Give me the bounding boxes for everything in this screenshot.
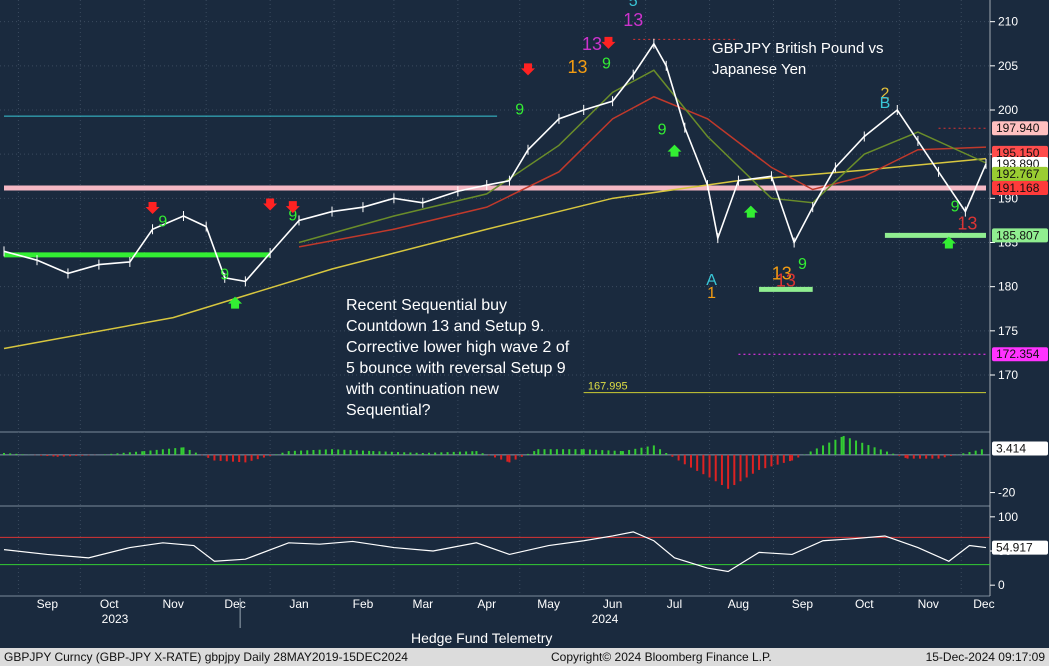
- sequential-mark: 9: [798, 256, 807, 273]
- x-tick-label: Sep: [792, 597, 814, 611]
- chart-title-line-2: Japanese Yen: [712, 61, 806, 78]
- price-tick-label: 205: [998, 59, 1018, 73]
- osc2-value: 54.917: [996, 541, 1033, 555]
- watermark: Hedge Fund Telemetry: [411, 630, 552, 646]
- x-tick-label: May: [537, 597, 560, 611]
- price-label: 185.807: [996, 228, 1040, 242]
- x-tick-label: Jul: [667, 597, 682, 611]
- sequential-mark: 9: [515, 101, 524, 118]
- price-tick-label: 210: [998, 15, 1018, 29]
- price-label: 192.767: [996, 167, 1040, 181]
- x-tick-label: Nov: [162, 597, 183, 611]
- price-tick-label: 170: [998, 368, 1018, 382]
- year-label: 2023: [102, 612, 129, 626]
- year-label: 2024: [592, 612, 619, 626]
- annotation-line-6: Sequential?: [346, 402, 431, 419]
- x-tick-label: Aug: [728, 597, 749, 611]
- x-tick-label: Feb: [353, 597, 374, 611]
- footer-copyright: Copyright© 2024 Bloomberg Finance L.P.: [551, 650, 772, 664]
- sequential-mark: 9: [658, 122, 667, 139]
- sequential-mark: 9: [602, 55, 611, 72]
- osc2-tick-label: 0: [998, 578, 1005, 592]
- x-tick-label: Oct: [855, 597, 874, 611]
- footer-security: GBPJPY Curncy (GBP-JPY X-RATE) gbpjpy Da…: [4, 650, 408, 664]
- price-tick-label: 175: [998, 324, 1018, 338]
- x-tick-label: Dec: [973, 597, 994, 611]
- x-tick-label: Jun: [603, 597, 622, 611]
- price-tick-label: 180: [998, 280, 1018, 294]
- x-tick-label: Apr: [477, 597, 496, 611]
- x-tick-label: Sep: [37, 597, 59, 611]
- level-annotation: 167.995: [588, 381, 628, 393]
- sequential-mark: 13: [957, 213, 977, 233]
- price-tick-label: 200: [998, 103, 1018, 117]
- annotation-line-4: 5 bounce with reversal Setup 9: [346, 360, 566, 377]
- annotation-line-1: Recent Sequential buy: [346, 297, 507, 314]
- price-label: 191.168: [996, 181, 1040, 195]
- annotation-line-2: Countdown 13 and Setup 9.: [346, 318, 544, 335]
- osc2-tick-label: 100: [998, 510, 1018, 524]
- price-label: 197.940: [996, 121, 1040, 135]
- chart-window: 167.995 13 5 13 13 9 9 9 9 9 9 9 9 13 13 13 2 B A 1 Sep Oct…: [0, 0, 1049, 666]
- osc1-tick-label: -20: [998, 486, 1016, 500]
- price-label: 172.354: [996, 347, 1040, 361]
- sequential-mark: 9: [220, 267, 229, 284]
- sequential-mark: 13: [623, 10, 643, 30]
- sequential-mark: 9: [158, 214, 167, 231]
- x-tick-label: Nov: [918, 597, 939, 611]
- sequential-mark: 5: [629, 0, 638, 10]
- sequential-mark: B: [880, 95, 891, 112]
- footer-timestamp: 15-Dec-2024 09:17:09: [925, 650, 1045, 664]
- sequential-mark: 13: [776, 271, 796, 291]
- x-tick-label: Dec: [224, 597, 245, 611]
- sequential-mark: 1: [707, 285, 716, 302]
- sequential-mark: 13: [582, 34, 602, 54]
- x-tick-label: Oct: [100, 597, 119, 611]
- osc1-value: 3.414: [996, 441, 1026, 455]
- annotation-line-5: with continuation new: [345, 381, 499, 398]
- annotation-line-3: Corrective lower high wave 2 of: [346, 339, 570, 356]
- sequential-mark: 13: [568, 57, 588, 77]
- status-footer: GBPJPY Curncy (GBP-JPY X-RATE) gbpjpy Da…: [0, 648, 1049, 666]
- chart-title-line-1: GBPJPY British Pound vs: [712, 40, 883, 57]
- x-tick-label: Jan: [289, 597, 308, 611]
- gbpjpy-chart: 167.995 1351313 999999991313132BA1 Sep Oct…: [0, 0, 1049, 648]
- x-tick-label: Mar: [412, 597, 433, 611]
